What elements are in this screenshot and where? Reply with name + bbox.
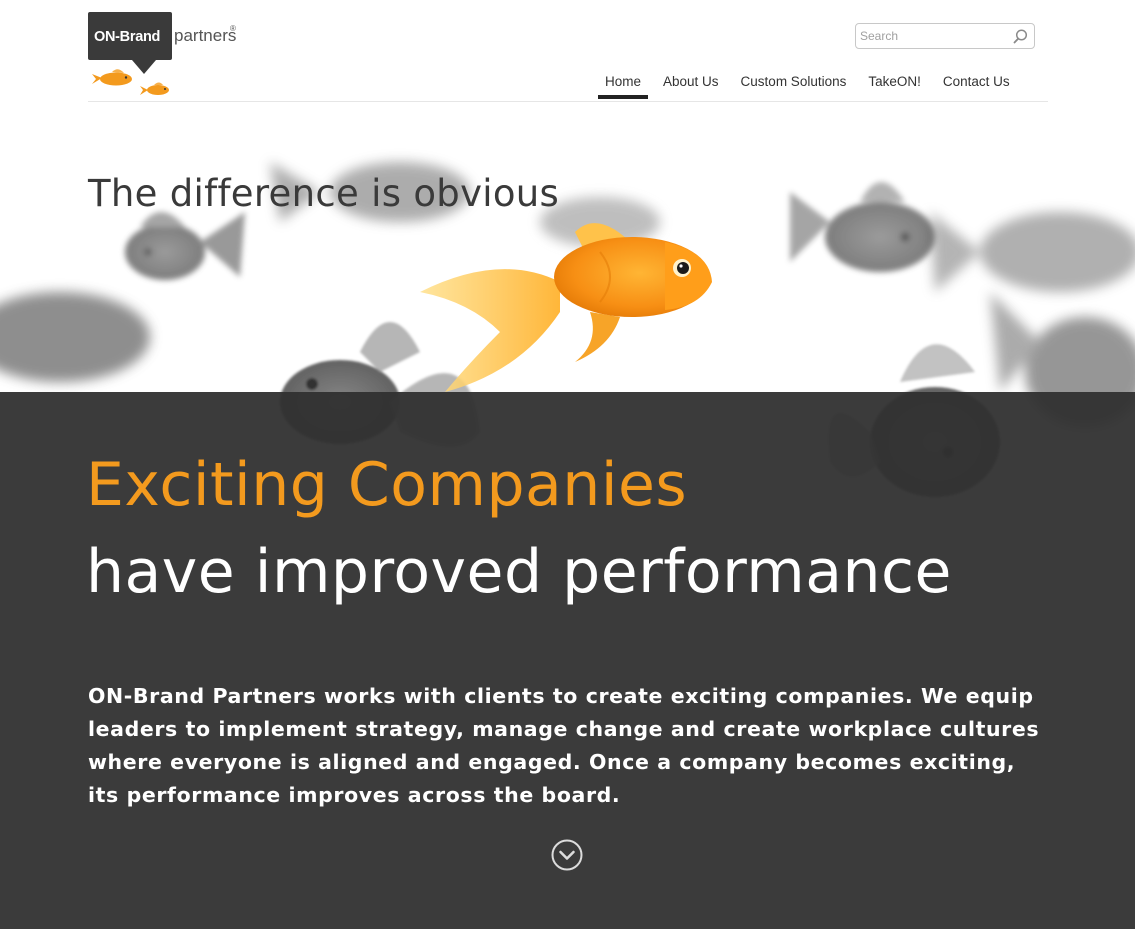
hero-headline-highlight: Exciting Companies <box>86 450 688 520</box>
hero-section: The difference is obvious Exciting Compa… <box>0 102 1135 929</box>
nav-item-custom-solutions[interactable]: Custom Solutions <box>734 71 854 99</box>
hero-tagline: The difference is obvious <box>88 172 560 215</box>
logo-registered-mark: ® <box>230 24 236 33</box>
nav-item-home[interactable]: Home <box>598 71 649 99</box>
hero-intro-paragraph: ON-Brand Partners works with clients to … <box>88 684 1040 807</box>
page: ON-Brand partners ® Search Home About Us… <box>0 0 1135 929</box>
logo-partners-text: partners <box>174 26 237 45</box>
search-icon[interactable] <box>1012 28 1029 45</box>
nav-item-contact-us[interactable]: Contact Us <box>936 71 1017 99</box>
logo-brand-text: ON-Brand <box>94 29 161 45</box>
header-divider <box>88 101 1048 102</box>
logo-goldfish-icon <box>92 69 169 95</box>
nav-item-about-us[interactable]: About Us <box>656 71 726 99</box>
nav-item-takeon[interactable]: TakeON! <box>861 71 928 99</box>
hero-headline-rest: have improved performance <box>86 537 952 607</box>
search-box <box>855 23 1035 49</box>
search-input[interactable] <box>860 27 1008 45</box>
chevron-down-circle-icon[interactable] <box>551 839 583 871</box>
site-logo[interactable]: ON-Brand partners ® <box>88 12 248 96</box>
main-nav: Home About Us Custom Solutions TakeON! C… <box>598 71 1025 99</box>
site-header: ON-Brand partners ® Search Home About Us… <box>0 0 1135 102</box>
